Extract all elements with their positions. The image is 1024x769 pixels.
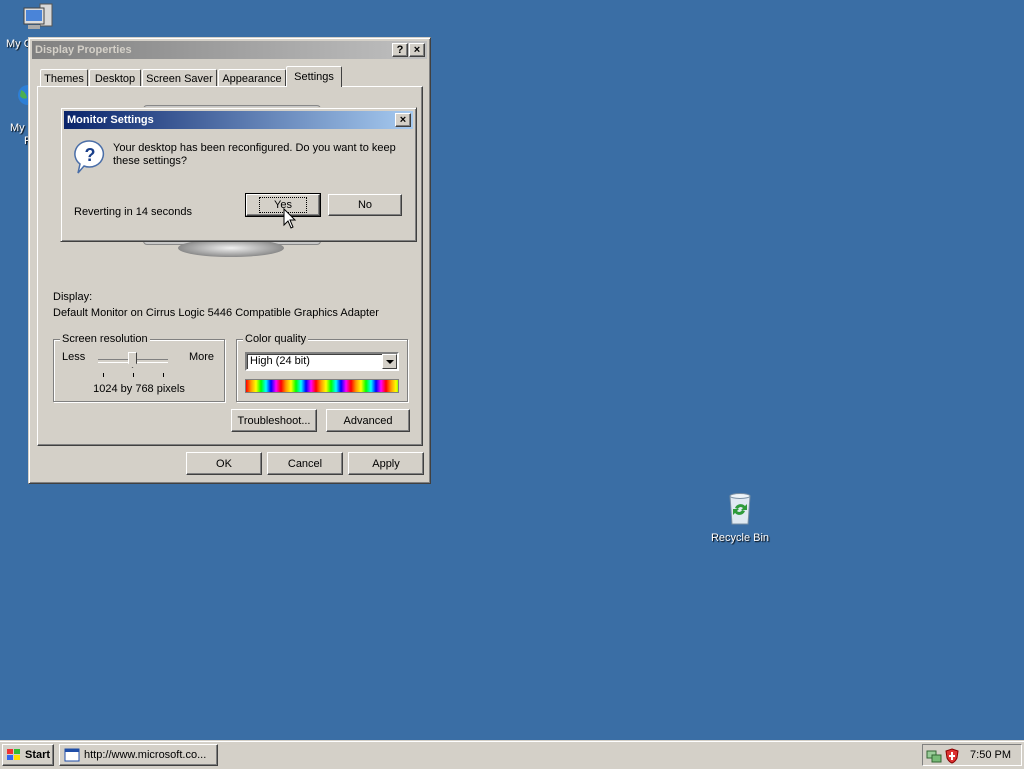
tab-themes[interactable]: Themes (40, 69, 88, 87)
network-tray-icon[interactable] (926, 748, 942, 764)
tab-appearance[interactable]: Appearance (218, 69, 286, 87)
ok-label: OK (216, 457, 232, 470)
advanced-button[interactable]: Advanced (326, 409, 410, 432)
windows-logo-icon (7, 749, 20, 760)
tab-desktop[interactable]: Desktop (89, 69, 141, 87)
no-label: No (357, 199, 373, 211)
shield-icon[interactable] (944, 748, 960, 764)
tab-label: Desktop (94, 72, 136, 85)
countdown-text: Reverting in 14 seconds (74, 206, 193, 218)
apply-label: Apply (372, 457, 400, 470)
resolution-value: 1024 by 768 pixels (93, 383, 185, 395)
chevron-down-icon (385, 359, 394, 364)
clock[interactable]: 7:50 PM (970, 749, 1011, 761)
computer-icon (23, 3, 53, 29)
display-value: Default Monitor on Cirrus Logic 5446 Com… (53, 307, 379, 319)
taskbar-item-label: http://www.microsoft.co... (84, 749, 207, 761)
system-tray: 7:50 PM (922, 744, 1022, 766)
screen-resolution-group: Screen resolution Less More 1024 by 768 … (53, 333, 225, 402)
resolution-slider-thumb[interactable] (128, 352, 137, 368)
mouse-pointer-icon (283, 208, 297, 229)
tab-label: Themes (44, 72, 84, 85)
screen-resolution-legend: Screen resolution (60, 333, 150, 345)
tab-label: Settings (294, 71, 334, 83)
slider-tick (133, 373, 134, 377)
browser-window-icon (64, 748, 80, 762)
slider-tick (163, 373, 164, 377)
recycle-bin-icon (729, 493, 751, 525)
cancel-label: Cancel (287, 457, 323, 470)
display-properties-window: Display Properties ? × Themes Desktop Sc… (28, 37, 431, 484)
close-icon: × (413, 43, 421, 56)
dialog-title: Monitor Settings (67, 114, 154, 126)
apply-button[interactable]: Apply (348, 452, 424, 475)
display-properties-titlebar[interactable]: Display Properties ? × (32, 41, 427, 59)
close-icon: × (399, 113, 407, 126)
color-spectrum-bar (245, 379, 399, 393)
desktop-icon-label: Recycle Bin (710, 532, 770, 544)
troubleshoot-label: Troubleshoot... (237, 414, 311, 427)
tab-settings[interactable]: Settings (286, 66, 342, 87)
cancel-button[interactable]: Cancel (267, 452, 343, 475)
tab-label: Appearance (222, 72, 282, 85)
help-icon: ? (396, 43, 404, 56)
start-label: Start (25, 749, 51, 761)
close-button[interactable]: × (395, 113, 411, 127)
color-quality-legend: Color quality (243, 333, 309, 345)
monitor-settings-dialog: Monitor Settings × ? Your desktop has be… (60, 107, 417, 242)
question-icon: ? (74, 140, 105, 174)
close-button[interactable]: × (409, 43, 425, 57)
color-quality-select[interactable]: High (24 bit) (245, 352, 399, 371)
resolution-less-label: Less (62, 351, 86, 363)
start-button[interactable]: Start (2, 744, 54, 766)
advanced-label: Advanced (343, 414, 393, 427)
troubleshoot-button[interactable]: Troubleshoot... (231, 409, 317, 432)
ok-button[interactable]: OK (186, 452, 262, 475)
desktop-icon-recycle-bin[interactable]: Recycle Bin (704, 492, 776, 544)
taskbar: Start http://www.microsoft.co... 7:50 PM (0, 740, 1024, 769)
color-quality-value: High (24 bit) (250, 355, 310, 367)
taskbar-item-browser[interactable]: http://www.microsoft.co... (59, 744, 218, 766)
svg-text:?: ? (85, 145, 96, 165)
tab-label: Screen Saver (146, 72, 213, 85)
dropdown-button[interactable] (382, 354, 397, 369)
help-button[interactable]: ? (392, 43, 408, 57)
desktop-icon-label: My (10, 122, 25, 134)
resolution-more-label: More (188, 351, 214, 363)
display-label: Display: (53, 291, 93, 303)
no-button[interactable]: No (328, 194, 402, 216)
monitor-settings-titlebar[interactable]: Monitor Settings × (64, 111, 413, 129)
slider-tick (103, 373, 104, 377)
window-title: Display Properties (35, 44, 132, 56)
tab-screen-saver[interactable]: Screen Saver (142, 69, 217, 87)
dialog-message: Your desktop has been reconfigured. Do y… (113, 142, 396, 167)
color-quality-group: Color quality High (24 bit) (236, 333, 408, 402)
